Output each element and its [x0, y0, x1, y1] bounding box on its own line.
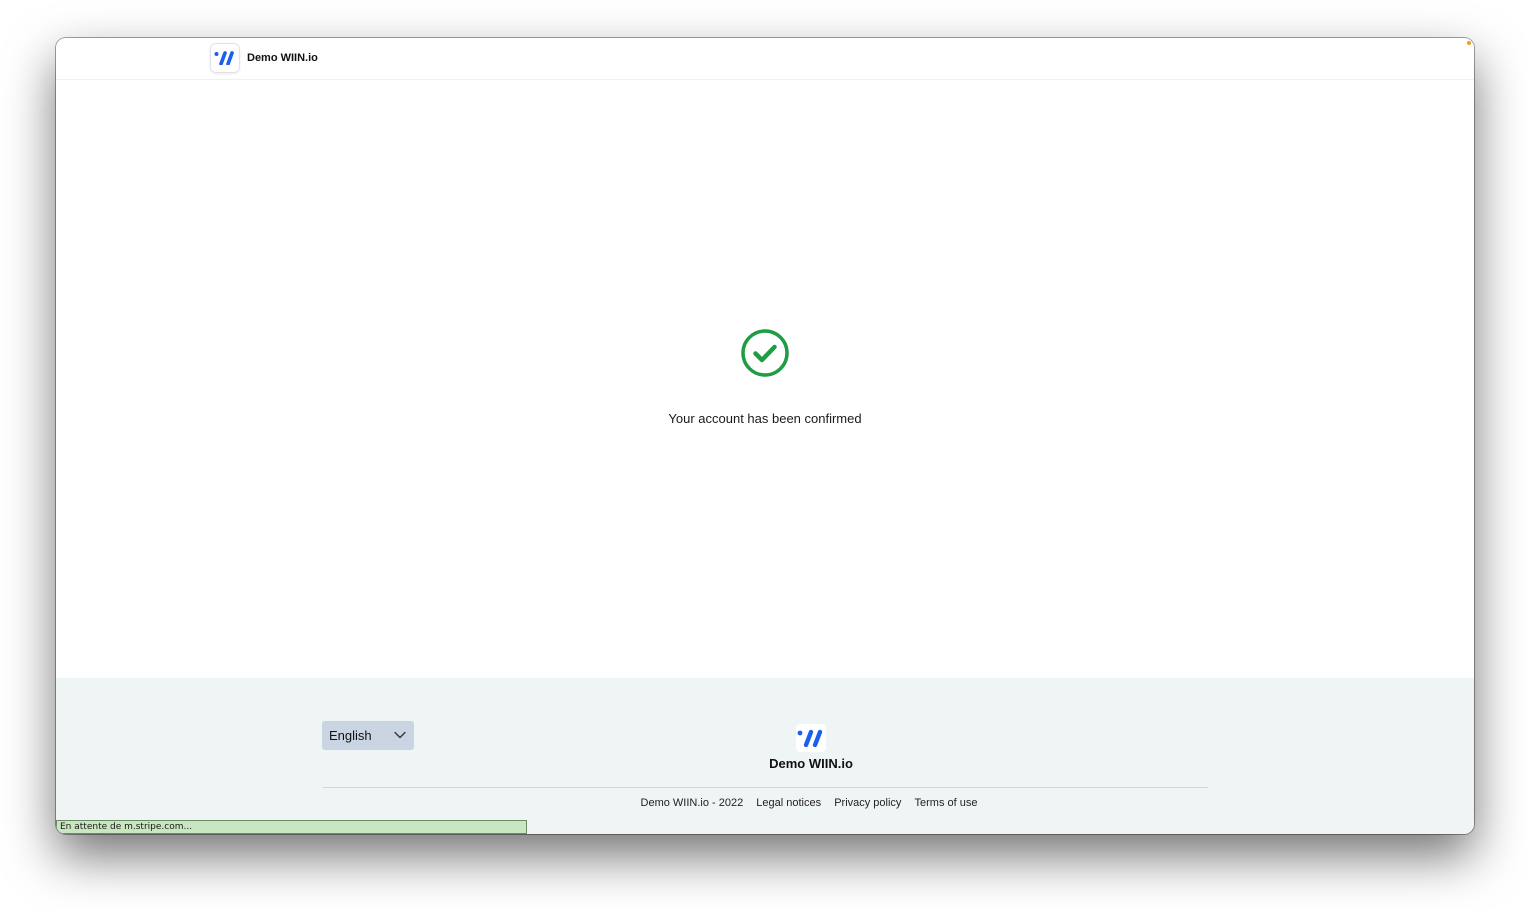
confirmation-message: Your account has been confirmed [668, 411, 862, 426]
check-circle-icon [740, 328, 790, 378]
terms-of-use-link[interactable]: Terms of use [915, 797, 978, 809]
footer-brand-name: Demo WIIN.io [769, 756, 853, 771]
language-select[interactable]: English [322, 721, 414, 750]
legal-notices-link[interactable]: Legal notices [756, 797, 821, 809]
footer-copyright: Demo WIIN.io - 2022 [640, 797, 744, 809]
wiin-logo-icon [211, 44, 239, 72]
top-navbar: Demo WIIN.io [56, 38, 1474, 80]
chevron-down-icon [394, 731, 406, 739]
page-footer: English Demo WIIN.io Demo WIIN.io - 2022… [56, 678, 1474, 834]
language-select-value: English [329, 728, 372, 743]
browser-status-bar: En attente de m.stripe.com... [56, 820, 527, 834]
browser-window: Demo WIIN.io Your account has been confi… [56, 38, 1474, 834]
header-brand[interactable]: Demo WIIN.io [211, 44, 318, 72]
header-brand-name: Demo WIIN.io [247, 52, 318, 64]
wiin-logo-icon [796, 724, 826, 752]
confirmation-panel: Your account has been confirmed [56, 328, 1474, 426]
footer-links: Demo WIIN.io - 2022 Legal notices Privac… [56, 797, 1474, 809]
footer-brand: Demo WIIN.io [751, 724, 871, 771]
privacy-policy-link[interactable]: Privacy policy [834, 797, 901, 809]
notification-dot [1467, 41, 1471, 45]
footer-divider [322, 787, 1208, 788]
